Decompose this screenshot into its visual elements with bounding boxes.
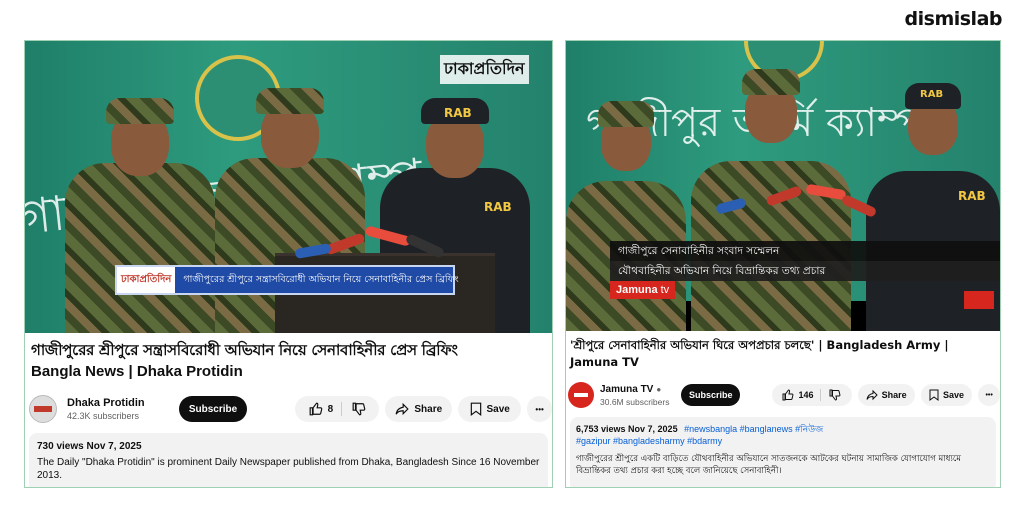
lower-third-line2: যৌথবাহিনীর অভিযান নিয়ে বিভ্রান্তিকর তথ্… [610,261,1000,281]
share-button[interactable]: Share [857,384,915,406]
rab-cap-label: RAB [920,89,944,100]
description-box[interactable]: 730 views Nov 7, 2025 The Daily "Dhaka P… [29,433,548,487]
save-icon [470,402,481,416]
dislike-icon [829,389,841,401]
lower-third-line1: গাজীপুরে সেনাবাহিনীর সংবাদ সম্মেলন [610,241,1000,261]
save-label: Save [486,403,510,415]
save-label: Save [943,390,965,400]
channel-row: Jamuna TV ● 30.6M subscribers Subscribe … [566,371,1000,411]
hashtags-line2[interactable]: #gazipur #bangladesharmy #bdarmy [576,435,990,447]
save-icon [929,389,939,401]
share-button[interactable]: Share [385,396,453,422]
description-text: The Daily "Dhaka Protidin" is prominent … [37,457,540,481]
dislike-icon [352,402,366,416]
jamuna-tv-logo: Jamuna tv [610,281,676,299]
save-button[interactable]: Save [920,384,973,406]
channel-name[interactable]: Dhaka Protidin [67,397,159,409]
channel-info: Jamuna TV ● 30.6M subscribers [600,384,675,407]
left-video-card: গাজীপুর আর্মি ক্যাম্প RAB RAB ঢাকাপ্রতিদ… [24,40,553,488]
lower-third-banner: ঢাকাপ্রতিদিন গাজীপুরের শ্রীপুরে সন্ত্রাস… [115,265,459,295]
like-count: 8 [327,403,334,415]
more-icon[interactable]: ••• [527,396,552,422]
share-label: Share [414,403,443,415]
rab-vest-label: RAB [484,200,512,214]
save-button[interactable]: Save [458,396,522,422]
dislike-button[interactable] [342,402,366,416]
video-title-line2: Bangla News | Dhaka Protidin [31,363,243,380]
description-text: গাজীপুরের শ্রীপুরে একটি বাড়িতে যৌথবাহিন… [576,454,962,476]
video-title: 'শ্রীপুরে সেনাবাহিনীর অভিযান ঘিরে অপপ্রচ… [570,338,949,369]
video-title-line1: গাজীপুরের শ্রীপুরে সন্ত্রাসবিরোধী অভিযান… [31,341,458,359]
video-title: গাজীপুরের শ্রীপুরে সন্ত্রাসবিরোধী অভিযান… [25,333,552,383]
like-button[interactable]: 8 [309,402,343,416]
jamuna-logo-text: Jamuna [616,284,658,296]
rab-cap-label: RAB [444,106,472,120]
like-button[interactable]: 146 [782,389,822,401]
officer-figure [65,98,215,333]
brand-logo: dismislab [904,8,1003,30]
channel-name[interactable]: Jamuna TV [600,384,653,395]
channel-avatar[interactable] [29,395,57,423]
subscribe-button[interactable]: Subscribe [178,396,248,422]
rab-vest-label: RAB [958,189,986,203]
views-date: 6,753 views Nov 7, 2025 [576,424,678,434]
share-label: Share [881,390,907,400]
subscriber-count: 42.3K subscribers [67,411,140,421]
right-video-player[interactable]: গাজীপুর আর্মি ক্যাম্প RAB RAB গাজীপুরে স… [566,41,1000,331]
channel-watermark: ঢাকাপ্রতিদিন [440,55,529,84]
views-date: 730 views Nov 7, 2025 [37,441,142,452]
channel-row: Dhaka Protidin 42.3K subscribers Subscri… [25,383,552,427]
dislike-button[interactable] [821,389,841,401]
right-video-card: গাজীপুর আর্মি ক্যাম্প RAB RAB গাজীপুরে স… [565,40,1001,488]
left-video-player[interactable]: গাজীপুর আর্মি ক্যাম্প RAB RAB ঢাকাপ্রতিদ… [25,41,552,333]
verified-icon: ● [656,384,662,394]
like-icon [782,389,794,401]
more-icon[interactable]: ••• [978,384,1000,406]
hashtags-line1[interactable]: #newsbangla #banglanews #নিউজ [684,424,823,434]
lower-third-logo: ঢাকাপ্রতিদিন [117,267,176,293]
like-icon [309,402,322,416]
channel-info: Dhaka Protidin 42.3K subscribers [67,397,159,421]
like-dislike-group: 8 [295,396,380,422]
channel-avatar[interactable] [568,382,594,408]
corner-bug-icon [964,291,994,309]
share-icon [866,389,878,401]
subscribe-button[interactable]: Subscribe [681,384,741,406]
jamuna-logo-suffix: tv [660,284,670,296]
like-dislike-group: 146 [772,384,852,406]
description-box[interactable]: 6,753 views Nov 7, 2025 #newsbangla #ban… [570,417,996,487]
share-icon [395,402,410,416]
lower-third-text: গাজীপুরের শ্রীপুরে সন্ত্রাসবিরোধী অভিযান… [183,273,459,285]
subscriber-count: 30.6M subscribers [600,396,670,407]
like-count: 146 [798,390,814,400]
